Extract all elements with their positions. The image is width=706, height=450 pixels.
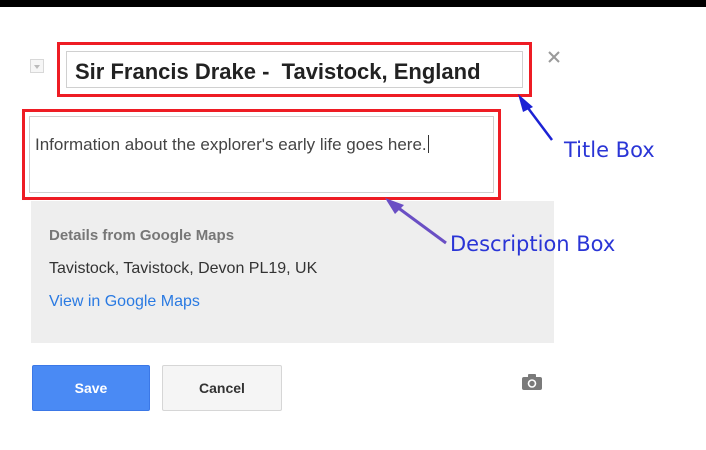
description-value: Information about the explorer's early l… <box>35 135 427 154</box>
top-border <box>0 0 706 7</box>
style-dropdown[interactable] <box>30 59 44 73</box>
title-box-annotation: Title Box <box>564 138 655 162</box>
description-field-highlight: Information about the explorer's early l… <box>22 109 501 200</box>
place-edit-dialog: Sir Francis Drake - Tavistock, England I… <box>0 7 706 450</box>
description-box-annotation: Description Box <box>450 232 616 256</box>
chevron-down-icon <box>34 65 40 69</box>
title-input[interactable]: Sir Francis Drake - Tavistock, England <box>66 51 523 88</box>
save-button[interactable]: Save <box>32 365 150 411</box>
close-icon[interactable] <box>546 49 562 65</box>
details-panel: Details from Google Maps Tavistock, Tavi… <box>31 201 554 343</box>
details-heading: Details from Google Maps <box>49 227 235 244</box>
details-address: Tavistock, Tavistock, Devon PL19, UK <box>49 260 318 277</box>
view-in-maps-link[interactable]: View in Google Maps <box>49 293 200 311</box>
text-cursor <box>427 135 429 153</box>
cancel-button[interactable]: Cancel <box>162 365 282 411</box>
title-value: Sir Francis Drake - Tavistock, England <box>75 59 481 84</box>
camera-icon[interactable] <box>521 373 543 391</box>
title-field-highlight: Sir Francis Drake - Tavistock, England <box>57 42 532 97</box>
description-textarea[interactable]: Information about the explorer's early l… <box>29 116 494 193</box>
